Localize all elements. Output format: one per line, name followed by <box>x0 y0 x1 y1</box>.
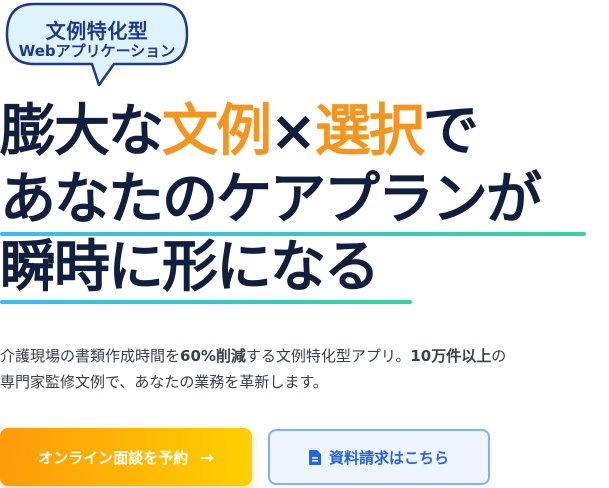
arrow-right-icon: → <box>200 447 214 467</box>
request-materials-button[interactable]: 資料請求はこちら <box>268 429 490 485</box>
headline-times-sign: × <box>270 99 317 164</box>
headline-highlight-bunrei: 文例 <box>162 99 272 164</box>
request-materials-label: 資料請求はこちら <box>328 448 449 467</box>
badge-subtitle: Webアプリケーション <box>18 42 176 60</box>
hero-section: 文例特化型 Webアプリケーション 膨大な文例×選択で あなたのケアプランが 瞬… <box>0 0 609 488</box>
description-bold: 10万件以上 <box>410 347 492 365</box>
headline-text: あなたのケアプランが <box>0 167 542 232</box>
document-icon <box>308 449 321 465</box>
description-text: 介護現場の書類作成時間を <box>0 347 181 365</box>
headline-text: で <box>422 99 479 164</box>
headline-line-2: あなたのケアプランが <box>0 166 609 236</box>
description-text: する文例特化型アプリ。 <box>245 347 411 365</box>
headline-line-1: 膨大な文例×選択で <box>0 98 609 166</box>
headline-text: 瞬時に形になる <box>0 235 380 300</box>
headline-highlight-sentaku: 選択 <box>314 99 425 164</box>
headline-underline <box>0 300 412 304</box>
app-type-badge: 文例特化型 Webアプリケーション <box>4 1 190 87</box>
book-consultation-label: オンライン面談を予約 <box>38 448 189 467</box>
headline-line-3: 瞬時に形になる <box>0 234 609 304</box>
book-consultation-button[interactable]: オンライン面談を予約 → <box>0 428 252 486</box>
description-bold: 60%削減 <box>180 347 246 365</box>
page-title: 膨大な文例×選択で あなたのケアプランが 瞬時に形になる <box>0 98 609 304</box>
hero-description: 介護現場の書類作成時間を60%削減する文例特化型アプリ。10万件以上の専門家監修… <box>0 343 520 395</box>
headline-text: 膨大な <box>0 99 164 164</box>
